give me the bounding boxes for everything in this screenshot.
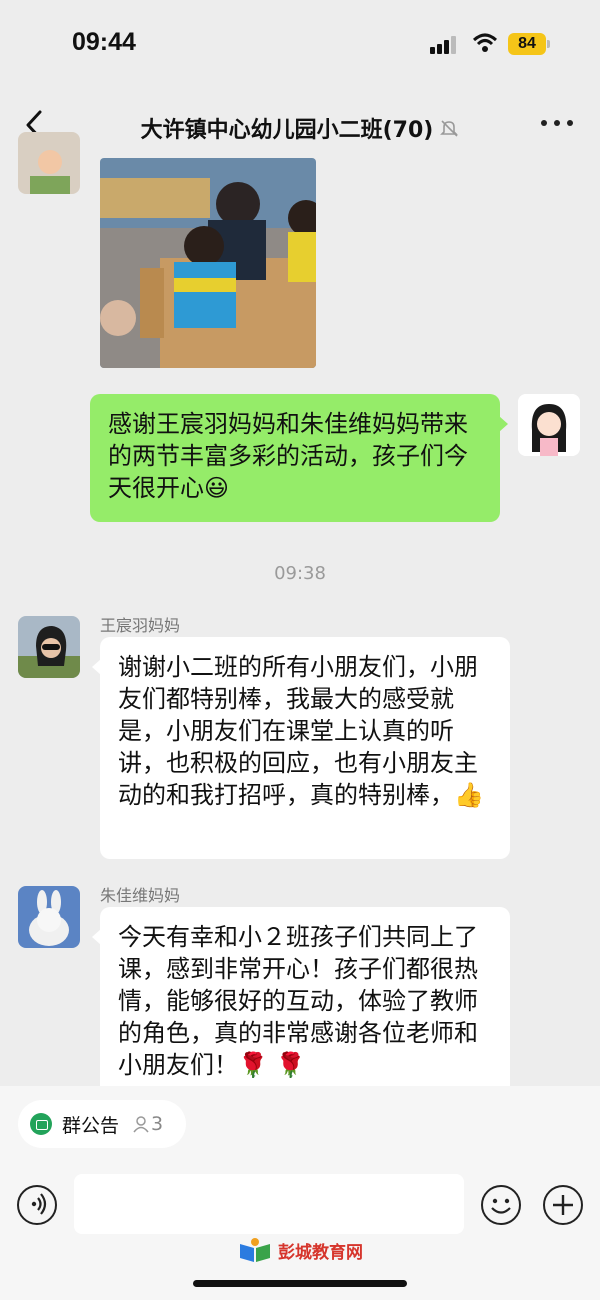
message-input[interactable] <box>74 1174 464 1234</box>
message-bubble-self[interactable]: 感谢王宸羽妈妈和朱佳维妈妈带来的两节丰富多彩的活动，孩子们今天很开心😃 <box>90 394 508 522</box>
avatar-self[interactable] <box>518 394 580 456</box>
message-bubble-wang[interactable]: 谢谢小二班的所有小朋友们，小朋友们都特别棒，我最大的感受就是，小朋友们在课堂上认… <box>92 637 510 859</box>
sender-name: 王宸羽妈妈 <box>100 616 181 635</box>
home-indicator[interactable] <box>193 1280 407 1287</box>
mute-icon <box>440 120 459 137</box>
notice-icon <box>30 1113 52 1135</box>
more-icon[interactable] <box>541 120 573 128</box>
chat-title[interactable]: 大许镇中心幼儿园小二班(70) <box>141 112 434 144</box>
message-text: 谢谢小二班的所有小朋友们，小朋友们都特别棒，我最大的感受就是，小朋友们在课堂上认… <box>118 653 478 809</box>
chat-title-wrapper: 大许镇中心幼儿园小二班(70) <box>0 112 600 144</box>
emoji-icon[interactable] <box>481 1185 521 1225</box>
message-text: 感谢王宸羽妈妈和朱佳维妈妈带来的两节丰富多彩的活动，孩子们今天很开心 <box>108 410 468 502</box>
avatar-previous-sender[interactable] <box>18 132 80 194</box>
rose-emoji-icon: 🌹 🌹 <box>238 1051 306 1079</box>
status-time: 09:44 <box>72 28 136 56</box>
message-bubble-zhu[interactable]: 今天有幸和小２班孩子们共同上了课，感到非常开心！孩子们都很热情，能够很好的互动，… <box>92 907 510 1097</box>
group-notice-button[interactable]: 群公告 3 <box>18 1100 186 1148</box>
watermark-logo-icon <box>240 1238 270 1262</box>
wifi-icon <box>472 33 498 52</box>
group-notice-label: 群公告 <box>62 1114 120 1137</box>
classroom-photo[interactable] <box>100 158 316 368</box>
thumbs-up-emoji-icon: 👍 <box>454 781 484 809</box>
nav-bar: 大许镇中心幼儿园小二班(70) <box>0 92 600 158</box>
plus-icon[interactable] <box>543 1185 583 1225</box>
message-timestamp: 09:38 <box>274 563 326 584</box>
battery-icon: 84 <box>508 33 546 55</box>
battery-tip <box>547 40 550 48</box>
sender-name: 朱佳维妈妈 <box>100 886 181 905</box>
smile-emoji-icon: 😃 <box>204 474 230 502</box>
person-icon <box>133 1116 149 1133</box>
watermark: 彭城教育网 <box>238 1236 363 1264</box>
avatar-wang-chenyu-mother[interactable] <box>18 616 80 678</box>
status-bar: 09:44 84 <box>0 0 600 90</box>
reader-count-value: 3 <box>151 1113 164 1135</box>
voice-icon[interactable] <box>17 1185 57 1225</box>
watermark-text: 彭城教育网 <box>278 1242 363 1262</box>
reader-count: 3 <box>131 1113 163 1135</box>
avatar-zhu-jiawei-mother[interactable] <box>18 886 80 948</box>
signal-icon <box>430 36 458 54</box>
